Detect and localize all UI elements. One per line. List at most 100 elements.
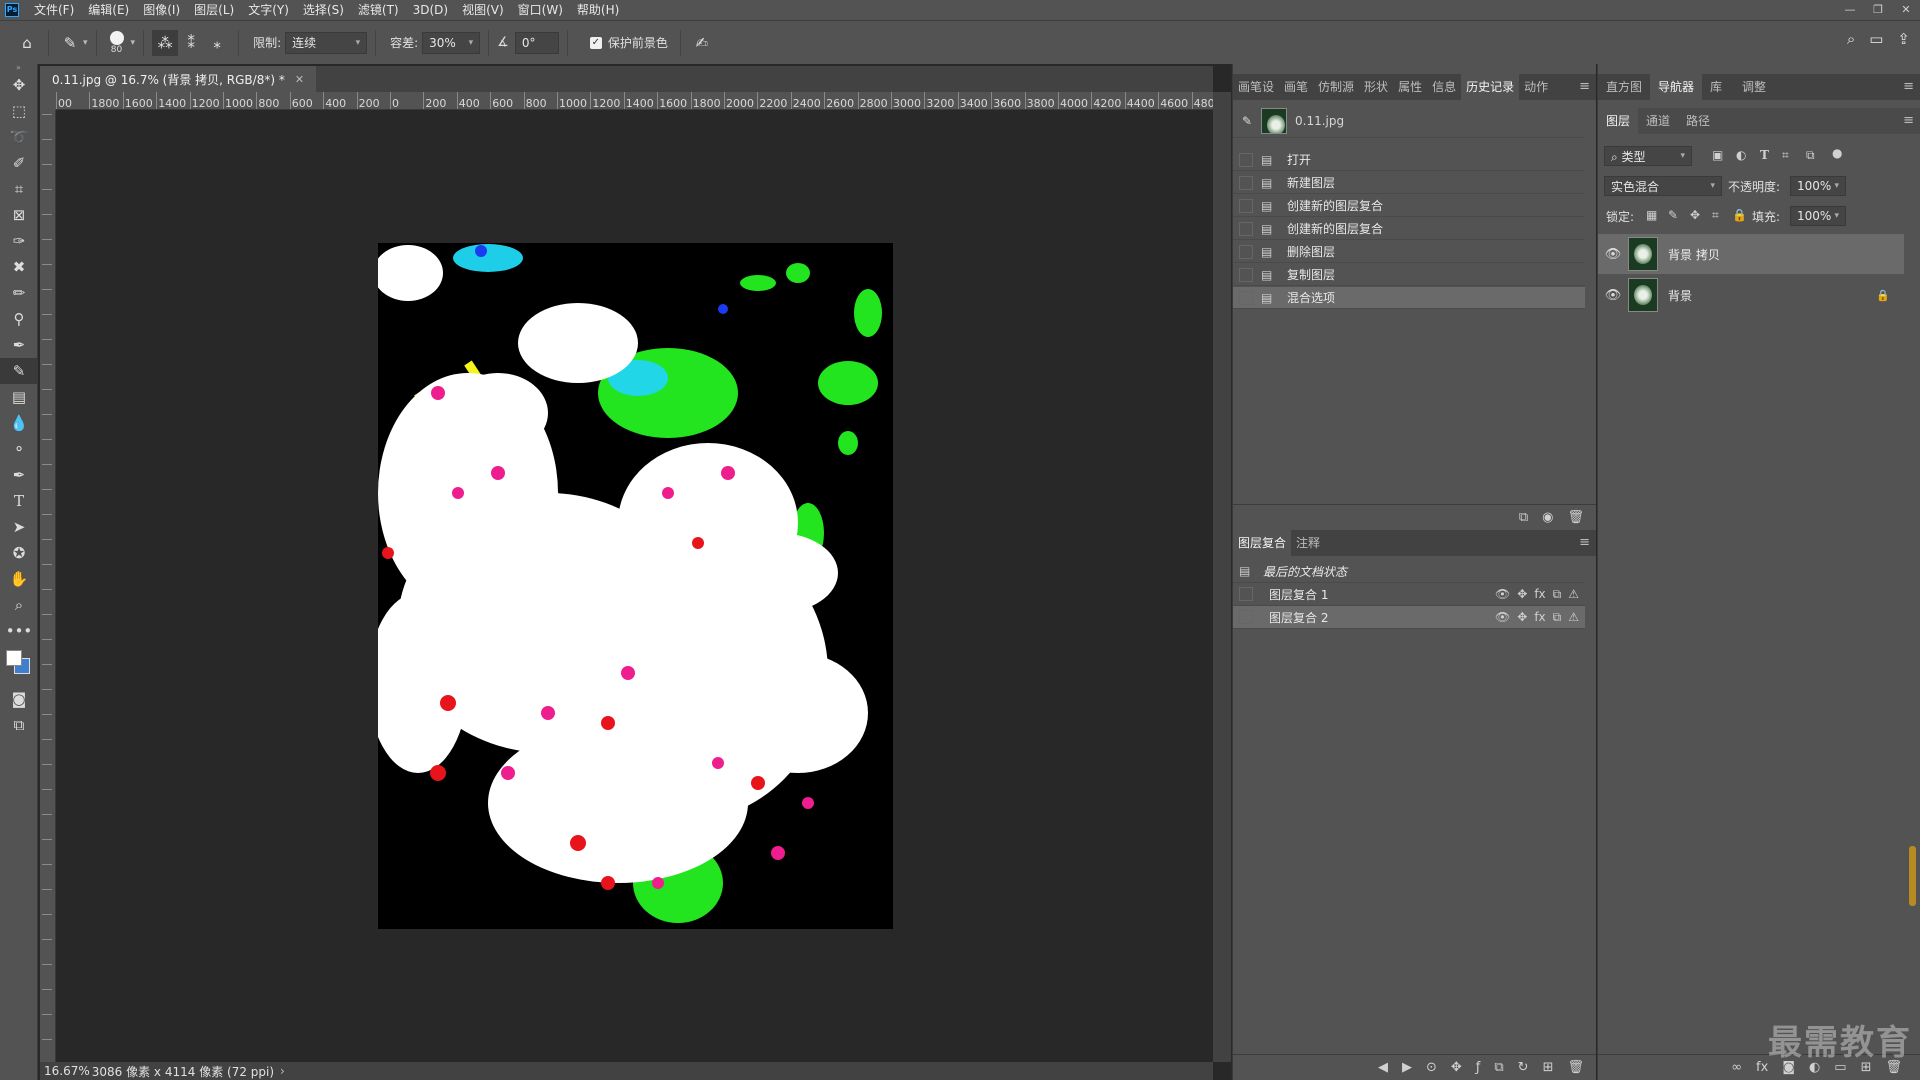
sampling-continuous-icon[interactable]: ⁂: [152, 29, 179, 56]
fx-toggle-icon[interactable]: ƒ: [1476, 1060, 1481, 1075]
color-swatches[interactable]: [0, 644, 38, 686]
horizontal-ruler[interactable]: 00 1800 1600 1400 1200 1000 800 600 400 200 0 200 40…: [56, 92, 1213, 110]
menu-file[interactable]: 文件(F): [27, 0, 81, 20]
filter-toggle-icon[interactable]: ●: [1832, 146, 1842, 160]
history-state[interactable]: ▤ 创建新的图层复合: [1233, 195, 1585, 217]
hand-tool-icon[interactable]: ✋: [0, 566, 38, 592]
foreground-color-swatch[interactable]: [6, 650, 22, 666]
layer-name[interactable]: 背景: [1668, 287, 1692, 304]
visibility-icon[interactable]: 👁: [1598, 247, 1628, 262]
history-source-box[interactable]: [1239, 175, 1253, 190]
panel-scroll-indicator[interactable]: [1909, 846, 1916, 906]
minimize-icon[interactable]: —: [1836, 0, 1864, 20]
restore-icon[interactable]: ❐: [1864, 0, 1892, 20]
tab-info[interactable]: 信息: [1427, 74, 1461, 100]
protect-foreground-checkbox[interactable]: ✓: [589, 36, 602, 49]
tolerance-input[interactable]: 30% ▾: [422, 31, 481, 54]
layer-row[interactable]: 👁 背景 拷贝: [1598, 234, 1904, 274]
warning-icon[interactable]: ⚠: [1568, 610, 1579, 625]
warning-icon[interactable]: ⚠: [1568, 587, 1579, 602]
menu-type[interactable]: 文字(Y): [241, 0, 296, 20]
tab-navigator[interactable]: 导航器: [1650, 74, 1703, 100]
lasso-tool-icon[interactable]: ➰: [0, 124, 38, 150]
panel-menu-icon[interactable]: ≡: [1579, 74, 1590, 100]
link-layers-icon[interactable]: ∞: [1731, 1060, 1742, 1075]
clone-stamp-tool-icon[interactable]: ⚲: [0, 306, 38, 332]
history-snapshot[interactable]: ✎ 0.11.jpg: [1233, 104, 1585, 138]
apply-comp-box[interactable]: [1239, 587, 1253, 601]
lock-position-icon[interactable]: ✥: [1690, 208, 1700, 222]
panel-menu-icon[interactable]: ≡: [1579, 530, 1590, 556]
more-tools-icon[interactable]: •••: [0, 618, 38, 644]
background-eraser-preset-icon[interactable]: ✎: [57, 30, 83, 56]
history-state-current[interactable]: ▤ 混合选项: [1233, 287, 1585, 309]
share-icon[interactable]: ⇪: [1897, 30, 1910, 48]
tab-adjustments[interactable]: 调整: [1730, 74, 1778, 100]
angle-input[interactable]: 0°: [514, 31, 559, 54]
layer-filter-select[interactable]: ⌕ 类型 ▾: [1604, 146, 1692, 166]
new-snapshot-icon[interactable]: ◉: [1542, 510, 1553, 525]
tab-properties[interactable]: 属性: [1393, 74, 1427, 100]
history-source-box[interactable]: [1239, 152, 1253, 167]
fx-icon[interactable]: fx: [1756, 1060, 1768, 1075]
last-document-state[interactable]: ▤ 最后的文档状态: [1233, 560, 1585, 583]
quick-mask-icon[interactable]: ◙: [0, 686, 38, 712]
quick-selection-tool-icon[interactable]: ✐: [0, 150, 38, 176]
tab-libraries[interactable]: 库: [1702, 74, 1730, 100]
menu-layer[interactable]: 图层(L): [187, 0, 241, 20]
lock-icon[interactable]: 🔒: [1876, 289, 1890, 302]
blur-tool-icon[interactable]: 💧: [0, 410, 38, 436]
home-icon[interactable]: ⌂: [14, 30, 40, 56]
visibility-toggle-icon[interactable]: ⊙: [1426, 1060, 1437, 1075]
history-source-box[interactable]: [1239, 267, 1253, 282]
history-source-box[interactable]: [1239, 221, 1253, 236]
history-state[interactable]: ▤ 打开: [1233, 149, 1585, 171]
tab-history[interactable]: 历史记录: [1461, 74, 1520, 100]
chevron-down-icon[interactable]: ▾: [83, 38, 88, 48]
menu-image[interactable]: 图像(I): [136, 0, 187, 20]
zoom-tool-icon[interactable]: ⌕: [0, 592, 38, 618]
tab-channels[interactable]: 通道: [1638, 108, 1678, 134]
dodge-tool-icon[interactable]: ⚬: [0, 436, 38, 462]
layer-name[interactable]: 背景 拷贝: [1668, 246, 1720, 263]
tab-notes[interactable]: 注释: [1291, 530, 1325, 556]
shape-filter-icon[interactable]: ⌗: [1782, 148, 1789, 163]
delete-icon[interactable]: 🗑: [1567, 510, 1584, 525]
chevron-right-icon[interactable]: ›: [280, 1064, 285, 1078]
menu-3d[interactable]: 3D(D): [406, 0, 455, 20]
new-comp-icon[interactable]: ⊞: [1543, 1060, 1554, 1075]
tab-layers[interactable]: 图层: [1598, 108, 1639, 134]
fx-icon[interactable]: fx: [1534, 587, 1545, 602]
layer-thumbnail[interactable]: [1628, 237, 1658, 271]
lock-transparent-icon[interactable]: ▦: [1646, 208, 1657, 222]
menu-window[interactable]: 窗口(W): [511, 0, 570, 20]
position-icon[interactable]: ✥: [1517, 587, 1527, 602]
sampling-swatch-icon[interactable]: ⁎: [204, 30, 230, 56]
document-canvas[interactable]: [378, 243, 893, 929]
marquee-tool-icon[interactable]: ⬚: [0, 98, 38, 124]
position-toggle-icon[interactable]: ✥: [1451, 1060, 1462, 1075]
history-state[interactable]: ▤ 复制图层: [1233, 264, 1585, 286]
pixel-filter-icon[interactable]: ▣: [1712, 148, 1723, 162]
history-source-box[interactable]: [1239, 290, 1253, 305]
position-icon[interactable]: ✥: [1517, 610, 1527, 625]
smart-object-icon[interactable]: ⧉: [1553, 610, 1562, 625]
lock-all-icon[interactable]: 🔒: [1732, 208, 1747, 222]
history-state[interactable]: ▤ 删除图层: [1233, 241, 1585, 263]
zoom-level[interactable]: 16.67%: [44, 1064, 90, 1078]
smart-object-filter-icon[interactable]: ⧉: [1806, 148, 1815, 163]
pen-tool-icon[interactable]: ✒: [0, 462, 38, 488]
lock-image-icon[interactable]: ✎: [1668, 208, 1678, 222]
history-brush-tool-icon[interactable]: ✒: [0, 332, 38, 358]
search-icon[interactable]: ⌕: [1847, 30, 1855, 48]
opacity-input[interactable]: 100% ▾: [1790, 176, 1846, 196]
tab-histogram[interactable]: 直方图: [1598, 74, 1650, 100]
tab-paths[interactable]: 路径: [1678, 108, 1718, 134]
visibility-icon[interactable]: 👁: [1598, 288, 1628, 303]
layer-comp-row[interactable]: 图层复合 2 👁 ✥ fx ⧉ ⚠: [1233, 606, 1585, 629]
smart-object-toggle-icon[interactable]: ⧉: [1494, 1060, 1503, 1075]
history-source-box[interactable]: [1239, 198, 1253, 213]
move-tool-icon[interactable]: ✥: [0, 72, 38, 98]
menu-view[interactable]: 视图(V): [455, 0, 511, 20]
layer-thumbnail[interactable]: [1628, 278, 1658, 312]
